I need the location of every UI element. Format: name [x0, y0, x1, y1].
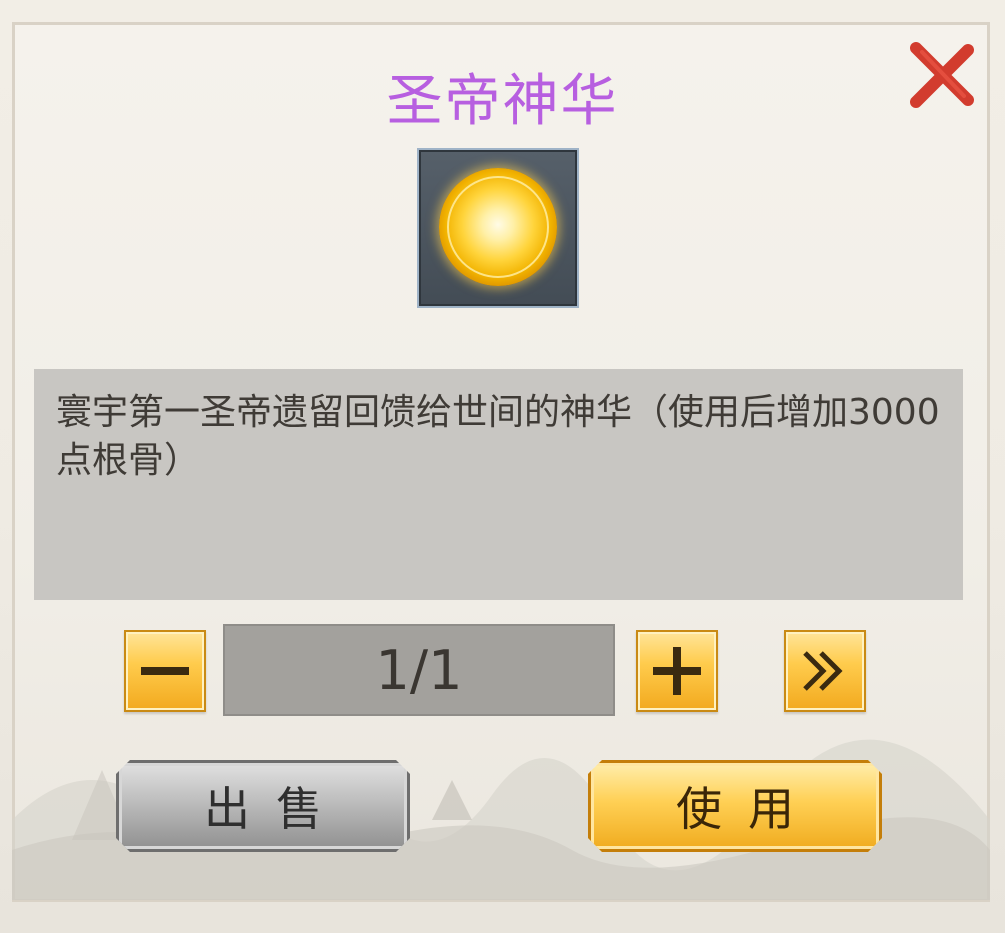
item-title: 圣帝神华 — [386, 69, 619, 134]
max-quantity-button[interactable] — [784, 630, 866, 712]
decrease-button[interactable] — [124, 630, 206, 712]
close-icon[interactable] — [904, 38, 980, 114]
use-button[interactable]: 使用 — [588, 760, 882, 852]
double-chevron-right-icon — [803, 651, 843, 691]
plus-icon — [653, 647, 701, 695]
item-description: 寰宇第一圣帝遗留回馈给世间的神华（使用后增加3000点根骨） — [34, 369, 963, 600]
golden-orb-icon — [439, 168, 557, 286]
item-icon-slot — [417, 148, 579, 308]
increase-button[interactable] — [636, 630, 718, 712]
minus-icon — [141, 667, 189, 675]
quantity-display: 1/1 — [223, 624, 615, 716]
sell-button[interactable]: 出售 — [116, 760, 410, 852]
